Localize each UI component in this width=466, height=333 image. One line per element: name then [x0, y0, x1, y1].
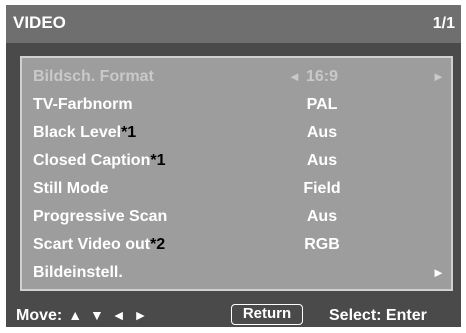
menu-item-label-text: Closed Caption [33, 152, 151, 169]
move-label: Move: [16, 307, 63, 324]
menu-item-label: Black Level*1 [33, 124, 136, 142]
menu-item-scart-video-out[interactable]: Scart Video out*2 RGB [22, 232, 451, 260]
move-hint: Move: ▲ ▼ ◄ ► [16, 307, 149, 325]
menu-item-label-text: Scart Video out [33, 236, 151, 253]
menu-item-label-text: Black Level [33, 124, 122, 141]
menu-item-closed-caption[interactable]: Closed Caption*1 Aus [22, 148, 451, 176]
menu-item-label: Progressive Scan [33, 208, 168, 225]
page-title: VIDEO [13, 13, 66, 32]
footnote-marker: *1 [150, 152, 166, 169]
menu-item-value: Field [303, 180, 341, 197]
menu-item-value: Aus [306, 152, 338, 169]
menu-item-label: TV-Farbnorm [33, 96, 133, 113]
menu-item-value: PAL [306, 96, 338, 113]
menu-item-black-level[interactable]: Black Level*1 Aus [22, 120, 451, 148]
menu-item-label: Bildsch. Format [33, 68, 154, 85]
settings-menu: Bildsch. Format ◄ 16:9 ► TV-Farbnorm PAL… [20, 56, 453, 291]
menu-item-label: Still Mode [33, 180, 109, 197]
menu-item-progressive-scan[interactable]: Progressive Scan Aus [22, 204, 451, 232]
menu-item-value: Aus [306, 208, 338, 225]
arrow-right-icon[interactable]: ► [432, 265, 445, 280]
menu-item-label: Bildeinstell. [33, 264, 123, 281]
menu-item-bildsch-format[interactable]: Bildsch. Format ◄ 16:9 ► [22, 64, 451, 92]
footer-bar: Move: ▲ ▼ ◄ ► Return Select: Enter [6, 301, 461, 327]
footnote-marker: *2 [150, 236, 166, 253]
menu-item-value: Aus [306, 124, 338, 141]
menu-item-still-mode[interactable]: Still Mode Field [22, 176, 451, 204]
page-indicator: 1/1 [432, 15, 455, 32]
select-hint: Select: Enter [329, 307, 427, 324]
header-bar: VIDEO 1/1 [6, 5, 461, 43]
menu-item-tv-farbnorm[interactable]: TV-Farbnorm PAL [22, 92, 451, 120]
menu-item-value: 16:9 [305, 68, 339, 85]
return-button[interactable]: Return [231, 304, 303, 325]
menu-item-label: Closed Caption*1 [33, 152, 165, 170]
menu-item-bildeinstell[interactable]: Bildeinstell. ► [22, 260, 451, 288]
footnote-marker: *1 [121, 124, 137, 141]
arrow-right-icon[interactable]: ► [432, 69, 445, 84]
direction-arrows-icon: ▲ ▼ ◄ ► [68, 307, 150, 323]
menu-item-label: Scart Video out*2 [33, 236, 165, 254]
video-settings-screen: VIDEO 1/1 Bildsch. Format ◄ 16:9 ► TV-Fa… [6, 5, 461, 327]
menu-item-value: RGB [304, 236, 340, 253]
